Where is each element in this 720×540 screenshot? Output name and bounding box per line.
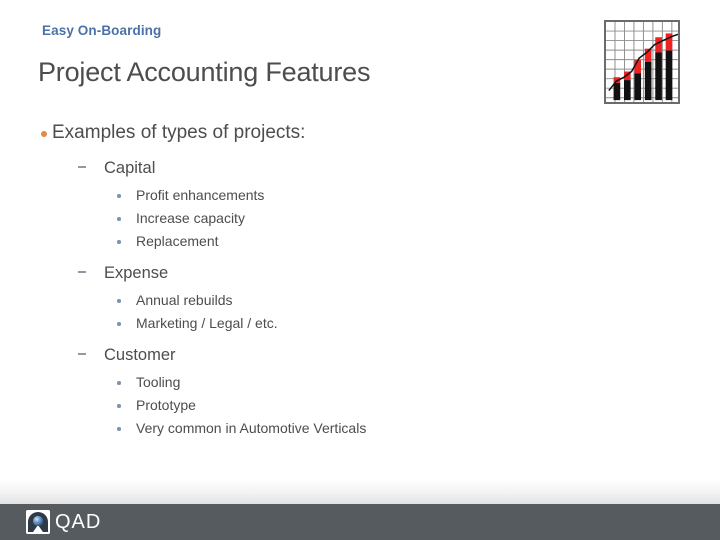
bullet-small-dot-icon	[117, 299, 121, 303]
bullet-level3: Prototype	[0, 394, 600, 417]
bullet-group: Expense Annual rebuilds Marketing / Lega…	[0, 261, 600, 335]
content-body: Examples of types of projects: Capital P…	[0, 120, 600, 446]
bullet-level1-label: Examples of types of projects:	[52, 122, 306, 143]
bullet-level3-label: Prototype	[136, 397, 196, 413]
bullet-level2-label: Customer	[104, 346, 176, 364]
slide-eyebrow: Easy On-Boarding	[42, 23, 162, 38]
bullet-small-dot-icon	[117, 194, 121, 198]
bullet-level3-label: Increase capacity	[136, 210, 245, 226]
footer-bar	[0, 504, 720, 540]
bullet-level3-label: Very common in Automotive Verticals	[136, 420, 367, 436]
bullet-small-dot-icon	[117, 217, 121, 221]
bullet-small-dot-icon	[117, 322, 121, 326]
bullet-level3: Marketing / Legal / etc.	[0, 312, 600, 335]
bullet-small-dot-icon	[117, 240, 121, 244]
slide: Easy On-Boarding Project Accounting Feat…	[0, 0, 720, 540]
bullet-level2-label: Expense	[104, 264, 169, 282]
bullet-level3-label: Marketing / Legal / etc.	[136, 315, 278, 331]
bullet-level3: Very common in Automotive Verticals	[0, 417, 600, 440]
bullet-level1: Examples of types of projects:	[0, 120, 600, 146]
bullet-level3: Annual rebuilds	[0, 289, 600, 312]
bullet-level3-label: Profit enhancements	[136, 187, 265, 203]
bullet-dash-icon	[78, 166, 86, 168]
bullet-group: Customer Tooling Prototype Very common i…	[0, 343, 600, 440]
bullet-level2-label: Capital	[104, 159, 156, 177]
bullet-dash-icon	[78, 353, 86, 355]
bullet-level3-label: Replacement	[136, 233, 219, 249]
bullet-level3: Increase capacity	[0, 207, 600, 230]
bullet-level3: Replacement	[0, 230, 600, 253]
bullet-level2: Capital	[0, 156, 600, 180]
bullet-small-dot-icon	[117, 427, 121, 431]
bar-chart-growth-icon	[604, 20, 680, 104]
bullet-level3: Profit enhancements	[0, 184, 600, 207]
bullet-dash-icon	[78, 271, 86, 273]
bullet-dot-icon	[41, 131, 47, 137]
qad-arch-logo-icon	[26, 510, 50, 534]
qad-logo: QAD	[26, 510, 101, 534]
bullet-group: Capital Profit enhancements Increase cap…	[0, 156, 600, 253]
bullet-level3-label: Tooling	[136, 374, 181, 390]
bullet-small-dot-icon	[117, 404, 121, 408]
bullet-level2: Customer	[0, 343, 600, 367]
page-title: Project Accounting Features	[38, 57, 371, 87]
bullet-level3-label: Annual rebuilds	[136, 292, 233, 308]
qad-logo-text: QAD	[55, 511, 102, 533]
footer-gradient-divider	[0, 480, 720, 504]
bullet-level3: Tooling	[0, 371, 600, 394]
bullet-small-dot-icon	[117, 381, 121, 385]
bullet-level2: Expense	[0, 261, 600, 285]
